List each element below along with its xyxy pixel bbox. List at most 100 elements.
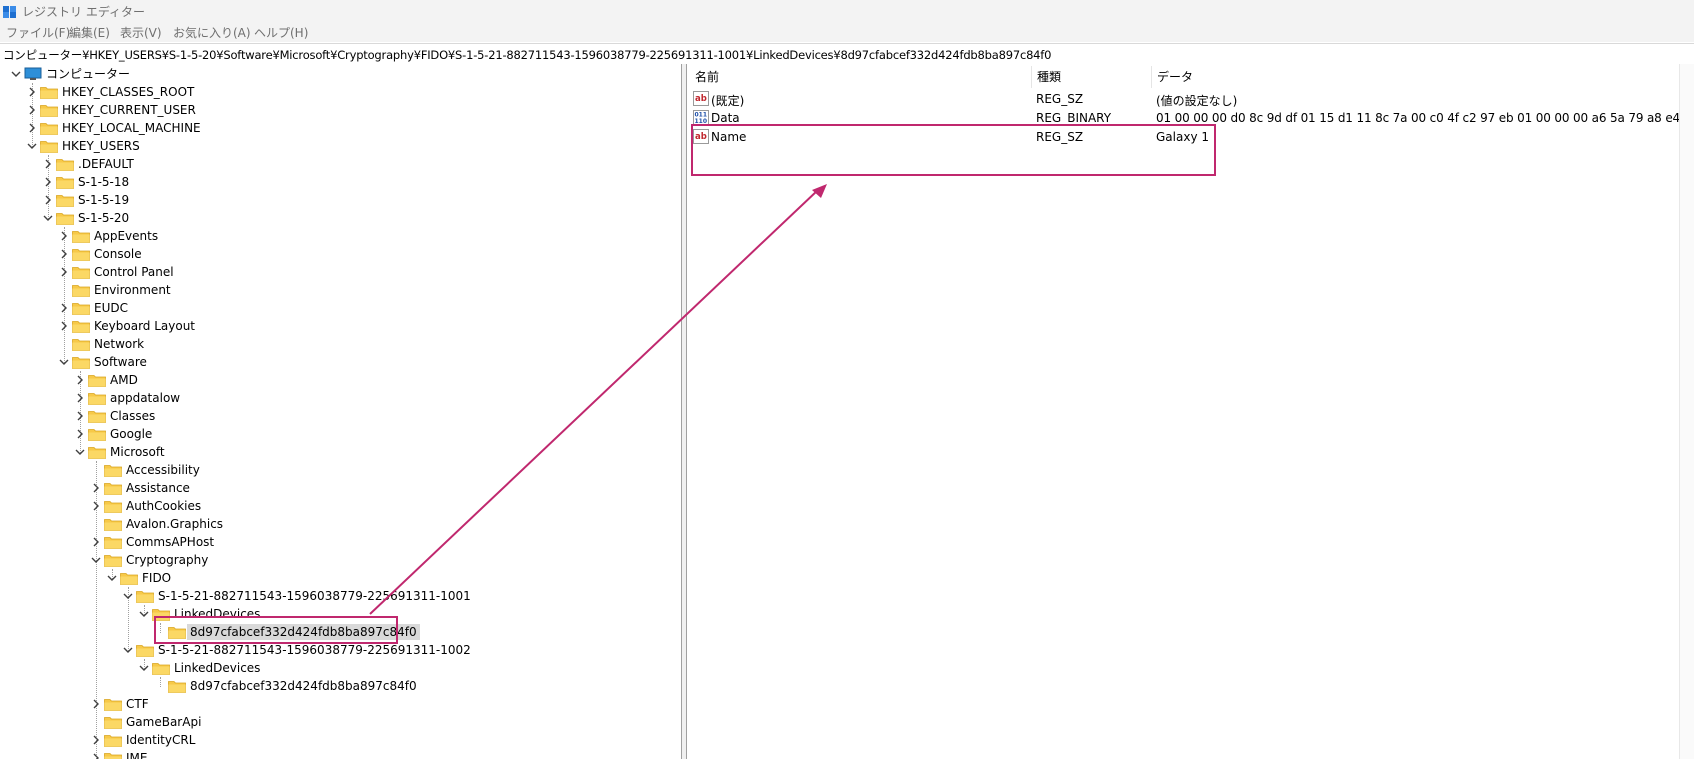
tree-item-label: GameBarApi — [126, 715, 202, 729]
chevron-down-icon[interactable] — [122, 644, 134, 656]
tree-item-label: 8d97cfabcef332d424fdb8ba897c84f0 — [187, 624, 420, 640]
tree-item-label: Google — [110, 427, 153, 441]
menu-view[interactable]: 表示(V) — [120, 24, 162, 41]
chevron-down-icon[interactable] — [106, 572, 118, 584]
column-separator[interactable] — [1151, 66, 1152, 88]
folder-icon — [104, 751, 122, 759]
chevron-right-icon[interactable] — [58, 302, 70, 314]
folder-icon — [56, 211, 74, 225]
chevron-right-icon[interactable] — [42, 176, 54, 188]
chevron-right-icon[interactable] — [90, 734, 102, 746]
tree-item-label: Control Panel — [94, 265, 174, 279]
chevron-right-icon[interactable] — [26, 122, 38, 134]
chevron-down-icon[interactable] — [138, 662, 150, 674]
menu-file[interactable]: ファイル(F) — [6, 24, 70, 41]
menu-edit[interactable]: 編集(E) — [69, 24, 110, 41]
vertical-scrollbar[interactable] — [1679, 64, 1694, 759]
chevron-right-icon[interactable] — [58, 266, 70, 278]
chevron-down-icon[interactable] — [122, 590, 134, 602]
chevron-down-icon[interactable] — [26, 140, 38, 152]
tree-item-label: AuthCookies — [126, 499, 202, 513]
chevron-right-icon[interactable] — [90, 500, 102, 512]
chevron-right-icon[interactable] — [42, 158, 54, 170]
folder-icon — [136, 589, 154, 603]
chevron-down-icon[interactable] — [10, 68, 22, 80]
tree-item-label: IME — [126, 751, 148, 759]
value-name: Name — [711, 130, 747, 144]
svg-text:ab: ab — [695, 94, 707, 104]
tree-item-label: Environment — [94, 283, 171, 297]
tree-item-label: コンピューター — [46, 67, 131, 81]
address-bar[interactable]: コンピューター¥HKEY_USERS¥S-1-5-20¥Software¥Mic… — [0, 43, 1694, 65]
folder-icon — [104, 481, 122, 495]
chevron-down-icon[interactable] — [58, 356, 70, 368]
folder-icon — [40, 139, 58, 153]
folder-icon — [88, 409, 106, 423]
menu-help[interactable]: ヘルプ(H) — [254, 24, 308, 41]
column-header-name[interactable]: 名前 — [695, 68, 719, 88]
chevron-right-icon[interactable] — [90, 698, 102, 710]
chevron-right-icon[interactable] — [26, 86, 38, 98]
tree-item-label: EUDC — [94, 301, 128, 315]
column-separator[interactable] — [1031, 66, 1032, 88]
tree-item-label: S-1-5-20 — [78, 211, 130, 225]
chevron-right-icon[interactable] — [74, 428, 86, 440]
tree-item-label: .DEFAULT — [78, 157, 134, 171]
folder-icon — [152, 661, 170, 675]
tree-item-label: AMD — [110, 373, 138, 387]
chevron-right-icon[interactable] — [58, 230, 70, 242]
menu-bar: ファイル(F) 編集(E) 表示(V) お気に入り(A) ヘルプ(H) — [0, 22, 1694, 42]
folder-icon — [72, 283, 90, 297]
folder-icon — [40, 85, 58, 99]
value-name: Data — [711, 111, 740, 125]
tree-item-label: FIDO — [142, 571, 172, 585]
tree-item-label: HKEY_CURRENT_USER — [62, 103, 196, 117]
tree-item-label: Classes — [110, 409, 156, 423]
chevron-right-icon[interactable] — [90, 536, 102, 548]
menu-favorites[interactable]: お気に入り(A) — [173, 24, 251, 41]
value-type: REG_SZ — [1036, 130, 1084, 144]
tree-item-label: Keyboard Layout — [94, 319, 196, 333]
folder-icon — [104, 733, 122, 747]
key-tree-pane[interactable]: コンピューター HKEY_CLASSES_ROOT HKEY_CURRENT_USE… — [0, 64, 681, 759]
folder-icon — [72, 355, 90, 369]
value-row[interactable]: ab (既定) REG_SZ (値の設定なし) — [693, 90, 1693, 108]
chevron-down-icon[interactable] — [138, 608, 150, 620]
chevron-right-icon[interactable] — [74, 410, 86, 422]
column-header-type[interactable]: 種類 — [1037, 68, 1061, 88]
tree-item-label: CommsAPHost — [126, 535, 215, 549]
folder-icon — [104, 535, 122, 549]
chevron-right-icon[interactable] — [90, 482, 102, 494]
folder-icon — [72, 301, 90, 315]
svg-text:ab: ab — [695, 132, 707, 142]
chevron-right-icon[interactable] — [90, 752, 102, 759]
value-row[interactable]: ab Name REG_SZ Galaxy 1 — [693, 128, 1693, 146]
tree-connector-line — [160, 677, 161, 687]
address-path[interactable]: コンピューター¥HKEY_USERS¥S-1-5-20¥Software¥Mic… — [3, 47, 1051, 63]
chevron-right-icon[interactable] — [58, 320, 70, 332]
folder-icon — [72, 319, 90, 333]
values-list-pane[interactable]: 名前 種類 データ ab (既定) REG_SZ (値の設定なし) 011 11… — [687, 64, 1694, 759]
computer-icon — [24, 67, 42, 81]
folder-icon — [88, 373, 106, 387]
value-name: (既定) — [711, 94, 745, 108]
chevron-right-icon[interactable] — [58, 248, 70, 260]
tree-item-label: Console — [94, 247, 142, 261]
chevron-down-icon[interactable] — [74, 446, 86, 458]
chevron-right-icon[interactable] — [74, 374, 86, 386]
tree-item-label: S-1-5-19 — [78, 193, 130, 207]
tree-item-label: Network — [94, 337, 145, 351]
chevron-right-icon[interactable] — [26, 104, 38, 116]
svg-text:110: 110 — [695, 118, 708, 125]
folder-icon — [72, 247, 90, 261]
folder-icon — [40, 121, 58, 135]
column-header-data[interactable]: データ — [1157, 68, 1193, 88]
chevron-right-icon[interactable] — [74, 392, 86, 404]
registry-editor-icon — [3, 6, 16, 18]
chevron-down-icon[interactable] — [90, 554, 102, 566]
value-row[interactable]: 011 110 Data REG_BINARY 01 00 00 00 d0 8… — [693, 109, 1694, 127]
folder-icon — [152, 607, 170, 621]
chevron-down-icon[interactable] — [42, 212, 54, 224]
chevron-right-icon[interactable] — [42, 194, 54, 206]
folder-icon — [104, 517, 122, 531]
